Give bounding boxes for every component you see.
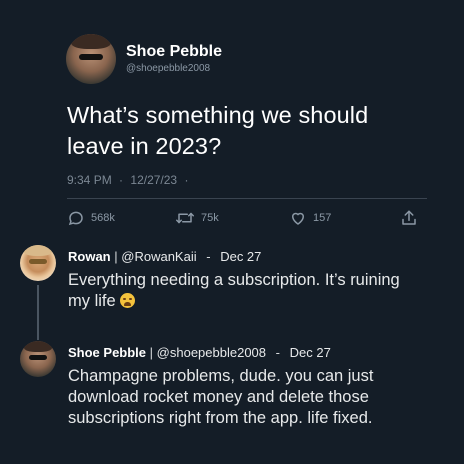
tweet-date[interactable]: 12/27/23: [130, 173, 177, 187]
reply-author-handle[interactable]: @shoepebble2008: [157, 345, 266, 360]
retweet-button[interactable]: 75k: [175, 209, 219, 227]
reply-dash: -: [275, 345, 280, 360]
avatar-glasses: [79, 54, 103, 60]
thread-line: [37, 285, 39, 340]
meta-separator: ·: [184, 173, 189, 187]
reply-date[interactable]: Dec 27: [220, 249, 261, 264]
like-button[interactable]: 157: [289, 209, 331, 227]
retweet-count: 75k: [201, 212, 219, 224]
reply-author-name[interactable]: Rowan: [68, 249, 111, 264]
retweet-icon: [176, 212, 194, 224]
avatar-glasses: [29, 355, 47, 360]
reply-author-handle[interactable]: @RowanKaii: [121, 249, 196, 264]
reply-text-line-2: download rocket money and delete those: [68, 388, 369, 406]
reply-text-line-2: my life: [68, 291, 453, 312]
tired-face-emoji: [120, 293, 136, 308]
tweet-text: What’s something we should leave in 2023…: [67, 100, 447, 162]
reply-header: Rowan | @RowanKaii - Dec 27: [68, 249, 261, 264]
reply-header: Shoe Pebble | @shoepebble2008 - Dec 27: [68, 345, 331, 360]
reply-avatar[interactable]: [20, 341, 56, 377]
reply-button[interactable]: 568k: [67, 209, 115, 227]
reply-avatar[interactable]: [20, 245, 56, 281]
author-handle[interactable]: @shoepebble2008: [126, 63, 210, 74]
reply-count: 568k: [91, 212, 115, 224]
tweet-time[interactable]: 9:34 PM: [67, 173, 112, 187]
reply-separator: |: [114, 249, 118, 264]
heart-icon: [291, 212, 305, 225]
tweet-meta: 9:34 PM · 12/27/23 ·: [67, 173, 188, 187]
like-count: 157: [313, 212, 332, 224]
reply-text: Champagne problems, dude. you can just d…: [68, 366, 458, 429]
avatar-hair: [23, 341, 53, 352]
tweet-text-line-2: leave in 2023?: [67, 133, 222, 159]
reply-text: Everything needing a subscription. It’s …: [68, 270, 453, 312]
reply-author-name[interactable]: Shoe Pebble: [68, 345, 146, 360]
divider: [67, 198, 427, 199]
author-avatar[interactable]: [66, 34, 116, 84]
avatar-hair: [23, 245, 53, 256]
avatar-hair: [71, 34, 111, 49]
tweet-text-line-1: What’s something we should: [67, 102, 369, 128]
reply-dash: -: [206, 249, 211, 264]
author-display-name[interactable]: Shoe Pebble: [126, 43, 222, 61]
reply-text-line-2-text: my life: [68, 292, 116, 310]
reply-separator: |: [149, 345, 154, 360]
reply-text-line-1: Everything needing a subscription. It’s …: [68, 271, 400, 289]
avatar-glasses: [29, 258, 47, 264]
share-button[interactable]: [400, 209, 418, 227]
meta-separator: ·: [119, 173, 124, 187]
reply-icon: [68, 211, 83, 226]
reply-text-line-3: subscriptions right from the app. life f…: [68, 409, 373, 427]
share-icon: [402, 210, 416, 225]
reply-text-line-1: Champagne problems, dude. you can just: [68, 367, 374, 385]
reply-date[interactable]: Dec 27: [290, 345, 331, 360]
